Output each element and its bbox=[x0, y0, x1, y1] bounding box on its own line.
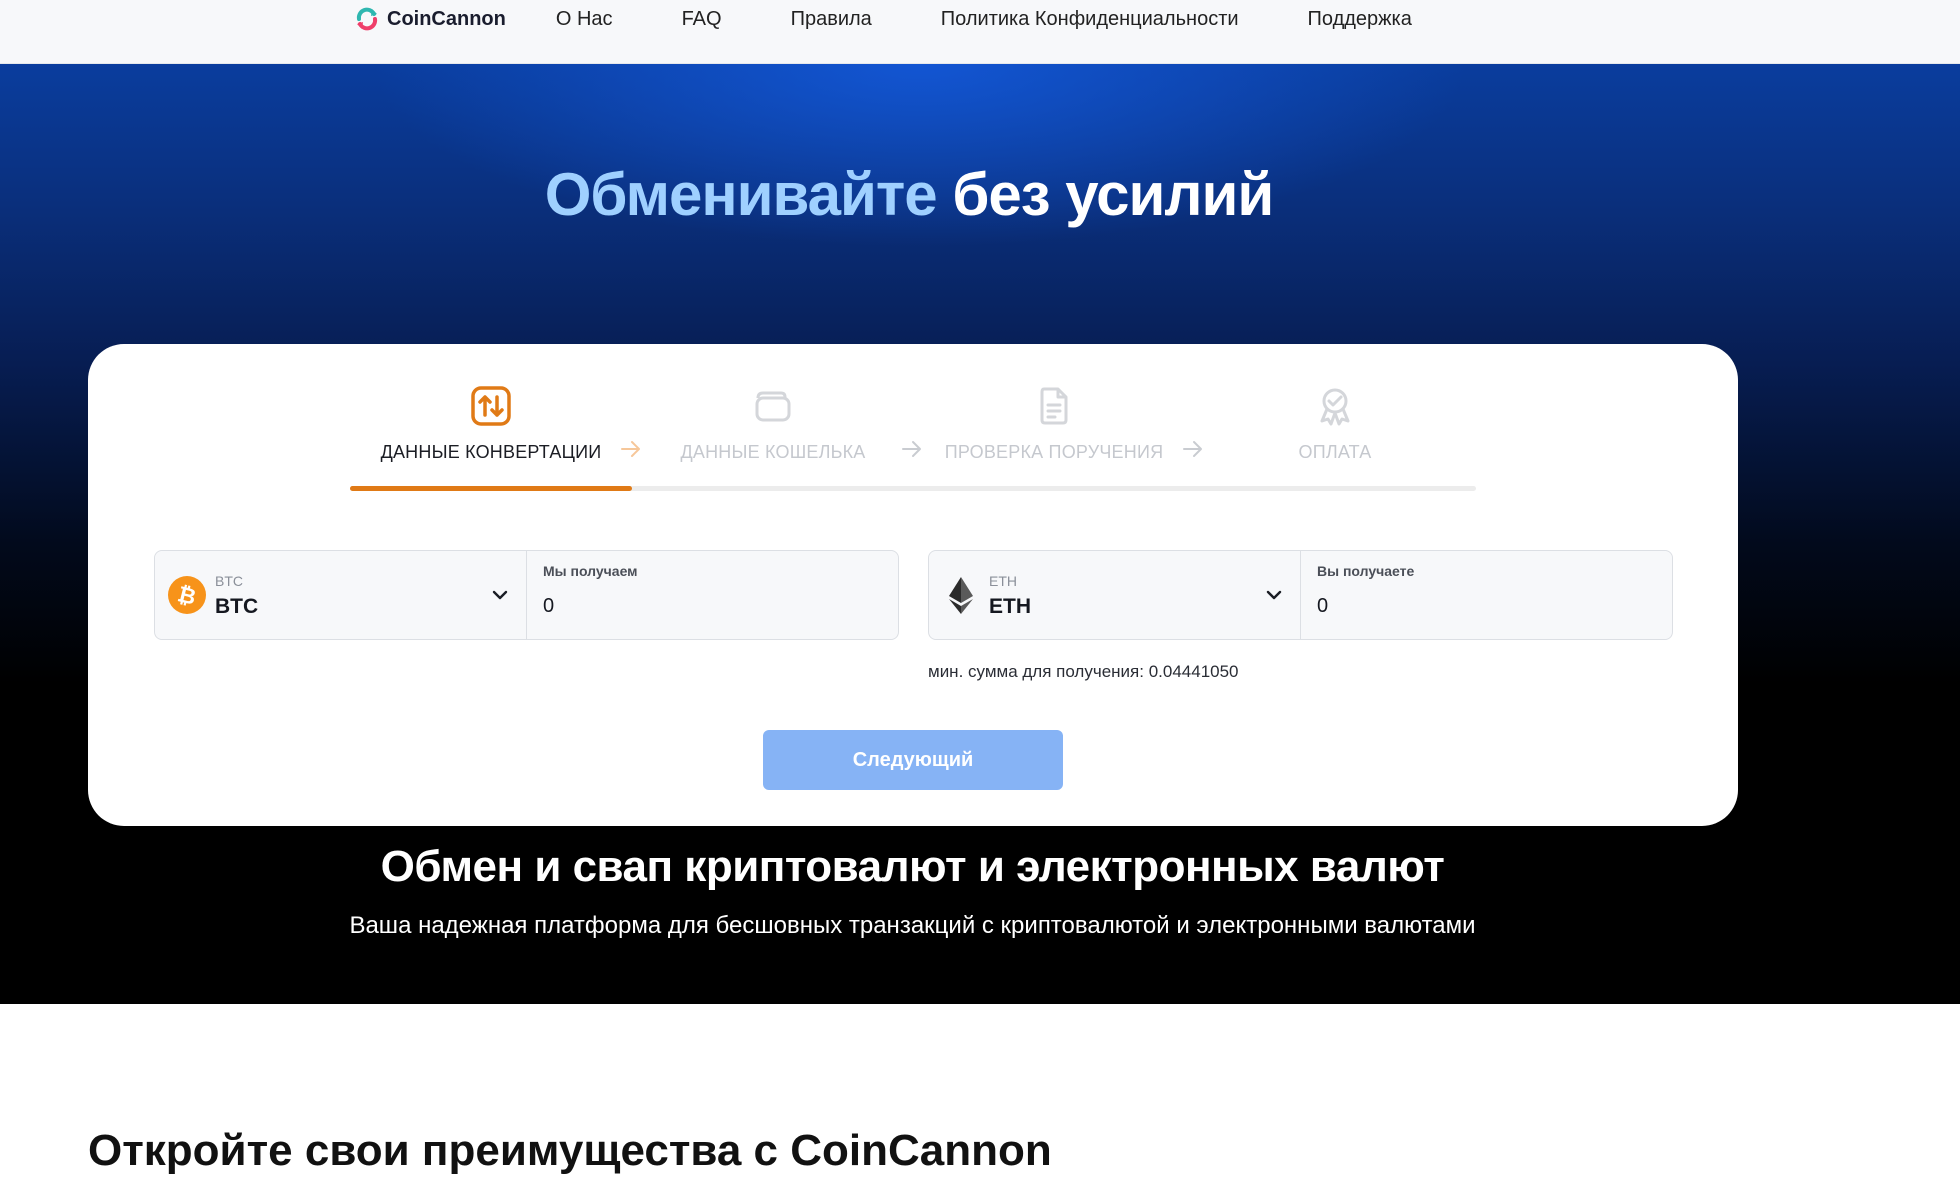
section-title: Обмен и свап криптовалют и электронных в… bbox=[380, 842, 1445, 891]
send-currency-box: ₿ BTC BTC Мы получаем 0 bbox=[154, 550, 899, 640]
chevron-down-icon bbox=[492, 590, 508, 600]
nav-link-privacy[interactable]: Политика Конфиденциальности bbox=[941, 8, 1239, 31]
send-amount-input[interactable]: 0 bbox=[543, 595, 554, 618]
receive-currency-box: ETH ETH Вы получаете 0 bbox=[928, 550, 1673, 640]
step-label-payment: ОПЛАТА bbox=[1298, 442, 1372, 462]
bitcoin-icon: ₿ bbox=[168, 576, 206, 614]
document-icon bbox=[1040, 387, 1068, 425]
send-coin-select[interactable]: ₿ BTC BTC bbox=[155, 551, 527, 639]
nav-link-about[interactable]: О Нас bbox=[556, 8, 613, 31]
send-coin-ticker: BTC bbox=[215, 573, 243, 589]
step-payment[interactable]: ОПЛАТА bbox=[1194, 384, 1476, 474]
coincannon-logo-icon bbox=[356, 7, 378, 31]
wallet-icon bbox=[755, 391, 791, 422]
receive-amount-label: Вы получаете bbox=[1317, 563, 1415, 579]
top-navbar: CoinCannon О Нас FAQ Правила Политика Ко… bbox=[0, 0, 1960, 64]
award-badge-icon bbox=[1320, 388, 1350, 426]
receive-coin-select[interactable]: ETH ETH bbox=[929, 551, 1301, 639]
hero-title-accent: Обменивайте bbox=[544, 161, 938, 228]
chevron-down-icon bbox=[1266, 590, 1282, 600]
next-button[interactable]: Следующий bbox=[763, 730, 1063, 790]
exchange-card: ДАННЫЕ КОНВЕРТАЦИИ ДАННЫЕ КОШЕЛЬКА ПРОВЕ… bbox=[88, 344, 1738, 826]
receive-amount-field[interactable]: Вы получаете 0 bbox=[1301, 551, 1672, 639]
min-amount-note: мин. сумма для получения: 0.04441050 bbox=[928, 662, 1239, 681]
nav-inner: CoinCannon О Нас FAQ Правила Политика Ко… bbox=[353, 0, 1481, 38]
receive-coin-ticker: ETH bbox=[989, 573, 1017, 589]
benefits-title: Откройте свои преимущества с CoinCannon bbox=[88, 1126, 1052, 1175]
step-label-wallet: ДАННЫЕ КОШЕЛЬКА bbox=[680, 442, 866, 462]
brand-name: CoinCannon bbox=[387, 7, 506, 30]
step-label-conversion: ДАННЫЕ КОНВЕРТАЦИИ bbox=[380, 442, 602, 462]
hero-title-rest: без усилий bbox=[952, 161, 1274, 228]
exchange-arrows-icon bbox=[471, 386, 511, 426]
stepper: ДАННЫЕ КОНВЕРТАЦИИ ДАННЫЕ КОШЕЛЬКА ПРОВЕ… bbox=[350, 384, 1476, 491]
receive-amount-input[interactable]: 0 bbox=[1317, 595, 1328, 618]
step-label-review: ПРОВЕРКА ПОРУЧЕНИЯ bbox=[944, 442, 1164, 462]
step-wallet-data[interactable]: ДАННЫЕ КОШЕЛЬКА bbox=[632, 384, 914, 474]
hero-title: Обменивайте без усилий bbox=[0, 160, 1818, 229]
nav-link-faq[interactable]: FAQ bbox=[682, 8, 722, 31]
step-conversion-data[interactable]: ДАННЫЕ КОНВЕРТАЦИИ bbox=[350, 384, 632, 474]
section-description: Ваша надежная платформа для бесшовных тр… bbox=[349, 912, 1476, 939]
brand-logo[interactable]: CoinCannon bbox=[353, 5, 506, 33]
ethereum-icon bbox=[949, 577, 973, 614]
send-coin-name: BTC bbox=[215, 595, 259, 618]
hero-section: Обменивайте без усилий ДАННЫЕ КОНВЕРТАЦИ… bbox=[0, 64, 1960, 1004]
send-amount-field[interactable]: Мы получаем 0 bbox=[527, 551, 898, 639]
stepper-progress bbox=[350, 486, 632, 491]
send-amount-label: Мы получаем bbox=[543, 563, 638, 579]
nav-link-rules[interactable]: Правила bbox=[791, 8, 872, 31]
nav-link-support[interactable]: Поддержка bbox=[1308, 8, 1412, 31]
step-order-review[interactable]: ПРОВЕРКА ПОРУЧЕНИЯ bbox=[913, 384, 1195, 474]
receive-coin-name: ETH bbox=[989, 595, 1031, 618]
